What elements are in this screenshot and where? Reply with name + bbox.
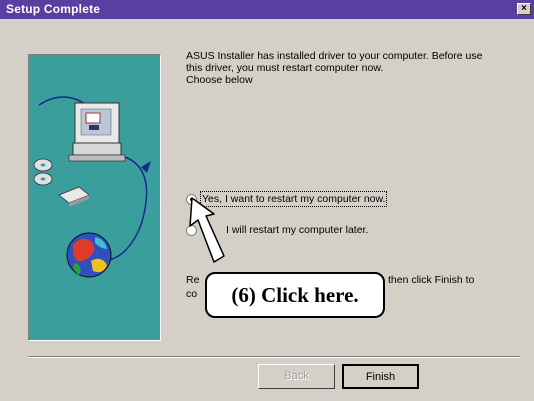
restart-later-label[interactable]: I will restart my computer later.	[226, 224, 368, 236]
finish-button[interactable]: Finish	[342, 364, 419, 389]
connection-arc-right	[108, 154, 148, 261]
disc-icon	[33, 158, 53, 186]
instruction-fragment-line2: co	[186, 288, 198, 300]
globe-icon	[66, 232, 112, 278]
install-message: ASUS Installer has installed driver to y…	[186, 50, 526, 86]
pointer-arrow-icon	[189, 197, 225, 263]
setup-illustration	[28, 54, 161, 341]
window-title: Setup Complete	[6, 2, 101, 16]
separator	[28, 356, 520, 358]
back-button[interactable]: Back	[258, 364, 335, 389]
close-button[interactable]: ×	[517, 3, 531, 15]
message-line-1: ASUS Installer has installed driver to y…	[186, 50, 483, 62]
setup-complete-dialog: Setup Complete × ASUS Installer has inst…	[0, 0, 534, 401]
close-icon: ×	[521, 3, 527, 14]
floppy-icon	[58, 186, 90, 207]
computer-illustration	[33, 96, 151, 278]
instruction-fragment-right: then click Finish to	[388, 274, 475, 286]
message-line-2: this driver, you must restart computer n…	[186, 62, 384, 74]
instruction-fragment-left: Re	[186, 274, 200, 286]
click-here-callout: (6) Click here.	[205, 272, 385, 318]
message-line-3: Choose below	[186, 74, 253, 86]
title-bar[interactable]: Setup Complete ×	[0, 0, 534, 19]
monitor-icon	[68, 102, 126, 162]
